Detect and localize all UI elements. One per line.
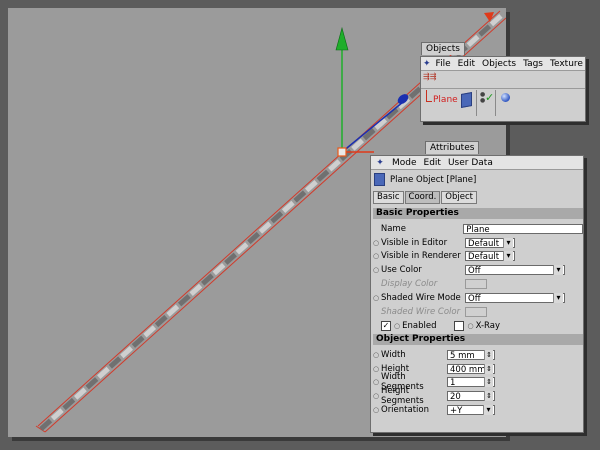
plane-object-icon [374, 173, 385, 186]
object-name[interactable]: Plane [433, 95, 458, 105]
attribute-subtabs: Basic Coord. Object [373, 191, 478, 204]
plane-object-icon [461, 92, 472, 108]
menu-mode[interactable]: Mode [392, 158, 417, 168]
attributes-menubar: ✦ Mode Edit User Data [371, 156, 583, 170]
column-divider [476, 90, 477, 116]
shaded-wire-color-swatch [465, 306, 487, 317]
display-color-swatch [465, 278, 487, 289]
visible-renderer-select[interactable]: Default [465, 250, 515, 262]
visible-editor-label: Visible in Editor [381, 237, 448, 248]
row-display-color: Display Color [373, 277, 583, 290]
row-shaded-wire-mode: ○ Shaded Wire Mode Off [373, 291, 583, 304]
shaded-wire-mode-select[interactable]: Off [465, 292, 565, 304]
visible-renderer-label: Visible in Renderer [381, 250, 461, 261]
menu-user-data[interactable]: User Data [448, 158, 493, 168]
menu-edit[interactable]: Edit [424, 158, 441, 168]
width-field[interactable]: 5 mm [447, 349, 495, 361]
row-use-color: ○ Use Color Off [373, 263, 583, 276]
checkmark-icon[interactable]: ✓ [485, 91, 494, 104]
row-width: ○ Width 5 mm [373, 348, 583, 361]
object-row-plane[interactable]: Plane ● ● ✓ [423, 90, 583, 118]
objects-menubar: ✦ File Edit Objects Tags Texture [421, 57, 585, 71]
menu-edit[interactable]: Edit [458, 59, 475, 69]
shaded-wire-mode-label: Shaded Wire Mode [381, 292, 461, 303]
visible-editor-select[interactable]: Default [465, 237, 515, 249]
enabled-label: Enabled [402, 320, 437, 331]
hierarchy-icon[interactable]: ⇶⇶ [423, 72, 453, 86]
use-color-label: Use Color [381, 264, 422, 275]
basic-properties-header: Basic Properties [373, 208, 583, 219]
width-label: Width [381, 349, 406, 360]
row-height-segments: ○ Height Segments 20 [373, 386, 583, 406]
attributes-panel: ✦ Mode Edit User Data Plane Object [Plan… [370, 155, 584, 433]
width-segments-field[interactable]: 1 [447, 376, 495, 388]
height-field[interactable]: 400 mm [447, 363, 495, 375]
name-label: Name [380, 223, 406, 234]
object-origin-handle [337, 147, 347, 157]
y-axis-arrow-icon [335, 26, 349, 51]
cinema-logo-icon[interactable]: ✦ [373, 158, 387, 168]
tab-objects-label: Objects [426, 44, 461, 54]
cinema-logo-icon[interactable]: ✦ [423, 59, 431, 69]
material-sphere-icon[interactable] [501, 93, 510, 102]
name-field[interactable]: Plane [463, 223, 583, 235]
attributes-title: Plane Object [Plane] [390, 174, 477, 185]
subtab-object[interactable]: Object [441, 191, 477, 204]
subtab-basic[interactable]: Basic [373, 191, 404, 204]
object-properties-header: Object Properties [373, 334, 583, 345]
row-name: Name Plane [373, 222, 583, 235]
z-axis-line [341, 101, 404, 153]
menu-objects[interactable]: Objects [482, 59, 516, 69]
objects-divider [421, 88, 585, 89]
display-color-label: Display Color [381, 278, 438, 289]
tab-attributes-label: Attributes [430, 143, 475, 153]
objects-panel: ✦ File Edit Objects Tags Texture ⇶⇶ Plan… [420, 56, 586, 122]
subtab-coord[interactable]: Coord. [404, 191, 441, 204]
menu-file[interactable]: File [436, 59, 451, 69]
xray-label: X-Ray [475, 320, 501, 331]
enabled-checkbox[interactable]: ✓ [381, 320, 391, 331]
tab-attributes[interactable]: Attributes [425, 141, 480, 154]
attributes-title-row: Plane Object [Plane] [374, 173, 476, 186]
xray-checkbox[interactable] [454, 320, 465, 331]
orientation-select[interactable]: +Y [447, 404, 495, 416]
menu-tags[interactable]: Tags [523, 59, 543, 69]
column-divider-2 [495, 90, 496, 116]
row-shaded-wire-color: Shaded Wire Color [373, 305, 583, 318]
shaded-wire-color-label: Shaded Wire Color [381, 306, 461, 317]
height-segments-field[interactable]: 20 [447, 390, 495, 402]
row-visible-editor: ○ Visible in Editor Default [373, 236, 583, 249]
row-orientation: ○ Orientation +Y [373, 403, 583, 416]
use-color-select[interactable]: Off [465, 264, 565, 276]
row-visible-renderer: ○ Visible in Renderer Default [373, 249, 583, 262]
menu-texture[interactable]: Texture [550, 59, 583, 69]
tree-branch [426, 101, 432, 102]
tab-objects[interactable]: Objects [421, 42, 466, 55]
row-enabled-xray: ✓ ○ Enabled ○ X-Ray [381, 320, 501, 331]
orientation-label: Orientation [381, 404, 429, 415]
